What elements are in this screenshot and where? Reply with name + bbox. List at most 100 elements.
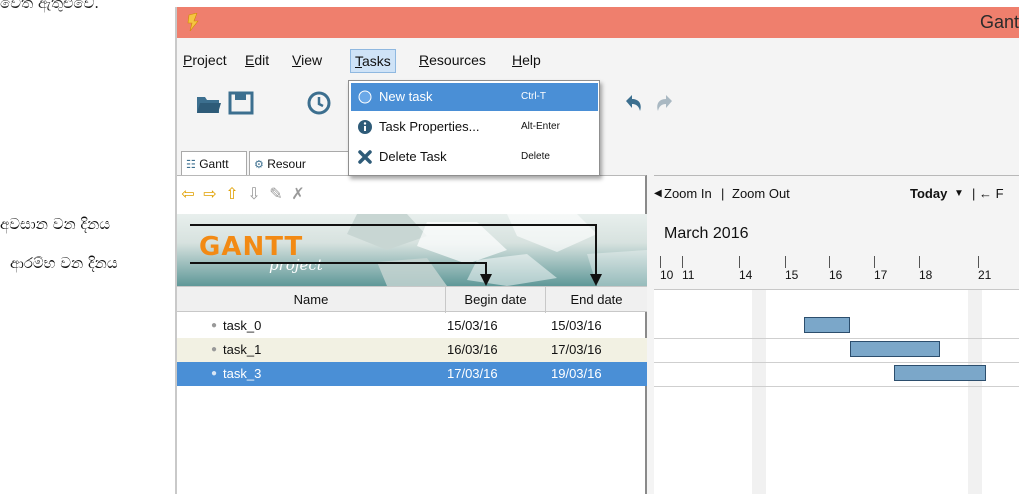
menu-project[interactable]: Project [183,49,227,73]
arrow-right-icon[interactable]: ⇨ [199,184,221,203]
menu-tasks[interactable]: Tasks [350,49,396,73]
day-label: 21 [978,268,992,282]
arrow-up-icon[interactable]: ⇧ [221,184,243,203]
new-task-label: New task [379,89,433,104]
day-label: 10 [660,268,674,282]
task-name: task_3 [223,366,262,381]
timeline-days: 10 11 14 15 16 17 18 21 [654,254,1019,290]
delete-task-label: Delete Task [379,149,447,164]
task-end-date: 17/03/16 [551,342,602,357]
task-bullet-icon: ● [211,344,218,355]
new-task-shortcut: Ctrl-T [521,91,546,102]
task-bar[interactable] [894,365,986,381]
chevron-down-icon[interactable]: ▼ [954,176,964,212]
app-logo-icon [187,13,199,31]
row-divider [654,338,1019,339]
info-icon [358,120,372,134]
delete-task-shortcut: Delete [521,151,550,162]
task-begin-date: 15/03/16 [447,318,498,333]
task-bar[interactable] [850,341,940,357]
table-row[interactable]: ● task_0 15/03/16 15/03/16 [177,314,647,338]
day-label: 11 [682,268,695,282]
undo-icon[interactable] [620,89,648,117]
row-divider [654,362,1019,363]
redo-icon[interactable] [650,89,678,117]
day-label: 17 [874,268,888,282]
day-label: 18 [919,268,933,282]
ganttproject-logo-sub: project [269,256,323,274]
task-tree-panel: ⇦ ⇨ ⇧ ⇩ ✎ ✗ GANTT project Name Begin date End… [177,175,647,494]
arrow-left-icon[interactable]: ⇦ [177,184,199,203]
day-tick [829,256,830,268]
task-name: task_1 [223,342,262,357]
task-properties-label: Task Properties... [379,119,480,134]
unlink-icon[interactable]: ✗ [287,184,309,203]
task-begin-date: 16/03/16 [447,342,498,357]
day-tick [660,256,661,268]
tasks-dropdown-menu: New task Ctrl-T Task Properties... Alt-E… [348,80,600,176]
tab-resources-label: Resour [267,157,306,171]
zoom-in-link[interactable]: Zoom In [664,176,712,212]
day-tick [739,256,740,268]
today-button[interactable]: Today [910,176,947,212]
annotation-end-date: අවසාන වන දිනය [0,215,111,233]
day-tick [682,256,683,268]
menu-bar: Project Edit View Tasks Resources Help [177,49,1019,73]
day-tick [785,256,786,268]
table-row[interactable]: ● task_1 16/03/16 17/03/16 [177,338,647,362]
arrow-down-icon[interactable]: ⇩ [243,184,265,203]
caption-fragment: වෙත ඇතුළුවේ. [0,0,100,12]
screenshot-stage: වෙත ඇතුළුවේ. Gant Project Edit View Task… [0,0,1019,494]
tab-resources[interactable]: ⚙ Resour [249,151,349,177]
task-bar[interactable] [804,317,850,333]
annotation-begin-date: ආරම්භ වන දිනය [10,254,118,272]
task-end-date: 19/03/16 [551,366,602,381]
menu-item-task-properties[interactable]: Task Properties... Alt-Enter [351,113,598,141]
task-name: task_0 [223,318,262,333]
delete-x-icon [358,150,372,164]
day-label: 14 [739,268,753,282]
ganttproject-banner: GANTT project [177,214,647,286]
weekend-column [968,290,982,494]
menu-item-delete-task[interactable]: Delete Task Delete [351,143,598,171]
zoom-separator: | [721,186,725,201]
day-label: 16 [829,268,843,282]
zoom-out-link[interactable]: Zoom Out [732,176,790,212]
weekend-column [752,290,766,494]
gantt-chart-panel: ◀ Zoom In | Zoom Out Today ▼ | ← F March… [654,175,1019,494]
window-title: Gant [979,12,1019,32]
tab-gantt-label: Gantt [199,157,229,171]
chart-toolbar: ◀ Zoom In | Zoom Out Today ▼ | ← F [654,176,1019,214]
task-nav-toolbar: ⇦ ⇨ ⇧ ⇩ ✎ ✗ [177,184,377,206]
splitter-arrow-icon[interactable]: ◀ [654,176,662,212]
timeline-month: March 2016 [654,214,1019,254]
task-bullet-icon: ● [211,368,218,379]
day-tick [919,256,920,268]
resources-tab-icon: ⚙ [254,159,264,171]
column-end-date[interactable]: End date [545,287,647,313]
title-bar: Gant [177,7,1019,38]
menu-item-new-task[interactable]: New task Ctrl-T [351,83,598,111]
gantt-tab-icon: ☷ [186,159,196,171]
menu-view[interactable]: View [292,49,322,73]
clock-icon[interactable] [305,89,333,117]
task-properties-shortcut: Alt-Enter [521,121,560,132]
day-tick [978,256,979,268]
task-bullet-icon: ● [211,320,218,331]
column-name[interactable]: Name [177,287,445,313]
task-end-date: 15/03/16 [551,318,602,333]
day-tick [874,256,875,268]
prev-nav-truncated[interactable]: | ← F [972,176,1004,212]
tab-gantt[interactable]: ☷ Gantt [181,151,247,177]
open-folder-icon[interactable] [195,89,223,117]
menu-resources[interactable]: Resources [419,49,486,73]
link-icon[interactable]: ✎ [265,184,287,203]
task-begin-date: 17/03/16 [447,366,498,381]
table-row-selected[interactable]: ● task_3 17/03/16 19/03/16 [177,362,647,386]
column-begin-date[interactable]: Begin date [445,287,545,313]
save-icon[interactable] [227,89,255,117]
menu-help[interactable]: Help [512,49,541,73]
task-table-header: Name Begin date End date [177,286,647,313]
row-divider [654,386,1019,387]
menu-edit[interactable]: Edit [245,49,269,73]
